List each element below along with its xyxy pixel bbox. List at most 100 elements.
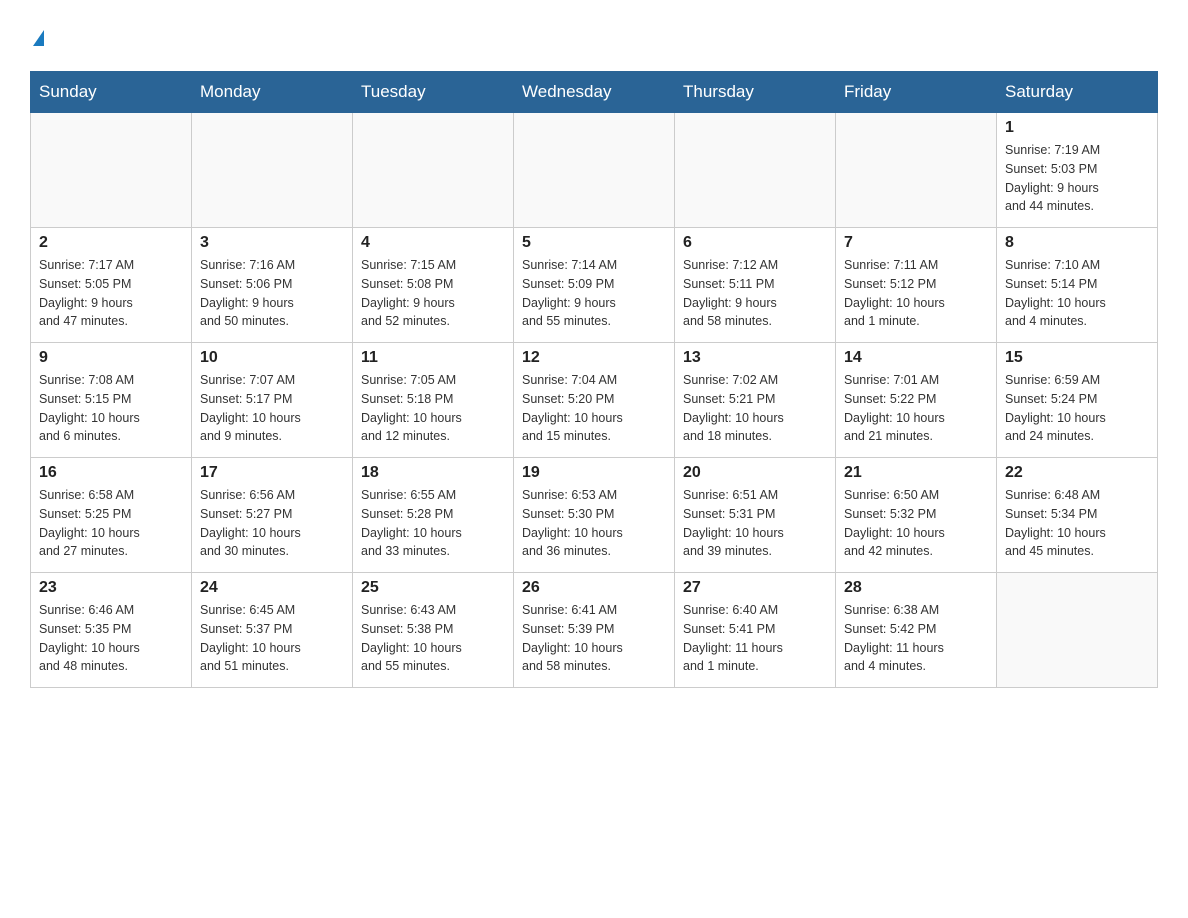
- calendar-cell: 13Sunrise: 7:02 AM Sunset: 5:21 PM Dayli…: [675, 343, 836, 458]
- calendar-cell: 3 Sunrise: 7:16 AM Sunset: 5:06 PM Daylig…: [192, 228, 353, 343]
- calendar-cell: 8 Sunrise: 7:10 AM Sunset: 5:14 PM Daylig…: [997, 228, 1158, 343]
- calendar-cell: 17 Sunrise: 6:56 AM Sunset: 5:27 PM Dayli…: [192, 458, 353, 573]
- day-number: 1: [1005, 119, 1149, 137]
- day-info: Sunrise: 7:17 AM Sunset: 5:05 PM Dayligh…: [39, 256, 183, 331]
- calendar-cell: 12 Sunrise: 7:04 AM Sunset: 5:20 PM Dayli…: [514, 343, 675, 458]
- logo-triangle-icon: [33, 30, 44, 46]
- day-number: 25: [361, 579, 505, 597]
- calendar-week-row: 16 Sunrise: 6:58 AM Sunset: 5:25 PM Dayli…: [31, 458, 1158, 573]
- logo: [30, 20, 44, 51]
- calendar-cell: 11 Sunrise: 7:05 AM Sunset: 5:18 PM Dayli…: [353, 343, 514, 458]
- day-number: 14: [844, 349, 988, 367]
- day-info: Sunrise: 7:05 AM Sunset: 5:18 PM Dayligh…: [361, 371, 505, 446]
- calendar-cell: 22 Sunrise: 6:48 AM Sunset: 5:34 PM Dayli…: [997, 458, 1158, 573]
- calendar-cell: 1 Sunrise: 7:19 AM Sunset: 5:03 PM Daylig…: [997, 113, 1158, 228]
- day-info: Sunrise: 6:55 AM Sunset: 5:28 PM Dayligh…: [361, 486, 505, 561]
- day-info: Sunrise: 7:04 AM Sunset: 5:20 PM Dayligh…: [522, 371, 666, 446]
- day-info: Sunrise: 6:38 AM Sunset: 5:42 PM Dayligh…: [844, 601, 988, 676]
- weekday-header-thursday: Thursday: [675, 72, 836, 113]
- calendar-cell: [997, 573, 1158, 688]
- day-info: Sunrise: 7:01 AM Sunset: 5:22 PM Dayligh…: [844, 371, 988, 446]
- calendar-cell: [192, 113, 353, 228]
- page-header: [30, 20, 1158, 51]
- weekday-header-friday: Friday: [836, 72, 997, 113]
- day-info: Sunrise: 7:10 AM Sunset: 5:14 PM Dayligh…: [1005, 256, 1149, 331]
- calendar-week-row: 1 Sunrise: 7:19 AM Sunset: 5:03 PM Daylig…: [31, 113, 1158, 228]
- day-number: 8: [1005, 234, 1149, 252]
- calendar-cell: 9 Sunrise: 7:08 AM Sunset: 5:15 PM Daylig…: [31, 343, 192, 458]
- calendar-cell: 2 Sunrise: 7:17 AM Sunset: 5:05 PM Daylig…: [31, 228, 192, 343]
- day-number: 27: [683, 579, 827, 597]
- day-number: 20: [683, 464, 827, 482]
- day-info: Sunrise: 7:19 AM Sunset: 5:03 PM Dayligh…: [1005, 141, 1149, 216]
- day-number: 17: [200, 464, 344, 482]
- calendar-cell: 19 Sunrise: 6:53 AM Sunset: 5:30 PM Dayli…: [514, 458, 675, 573]
- logo-line1: [30, 20, 44, 51]
- day-info: Sunrise: 6:50 AM Sunset: 5:32 PM Dayligh…: [844, 486, 988, 561]
- day-number: 5: [522, 234, 666, 252]
- day-number: 23: [39, 579, 183, 597]
- weekday-header-wednesday: Wednesday: [514, 72, 675, 113]
- day-info: Sunrise: 6:53 AM Sunset: 5:30 PM Dayligh…: [522, 486, 666, 561]
- day-number: 2: [39, 234, 183, 252]
- day-number: 19: [522, 464, 666, 482]
- day-number: 7: [844, 234, 988, 252]
- day-number: 15: [1005, 349, 1149, 367]
- day-number: 28: [844, 579, 988, 597]
- calendar-cell: 26 Sunrise: 6:41 AM Sunset: 5:39 PM Dayli…: [514, 573, 675, 688]
- day-number: 22: [1005, 464, 1149, 482]
- calendar-cell: 10 Sunrise: 7:07 AM Sunset: 5:17 PM Dayli…: [192, 343, 353, 458]
- day-info: Sunrise: 6:40 AM Sunset: 5:41 PM Dayligh…: [683, 601, 827, 676]
- day-number: 11: [361, 349, 505, 367]
- calendar-cell: [675, 113, 836, 228]
- weekday-header-monday: Monday: [192, 72, 353, 113]
- day-info: Sunrise: 7:12 AM Sunset: 5:11 PM Dayligh…: [683, 256, 827, 331]
- calendar-cell: 16 Sunrise: 6:58 AM Sunset: 5:25 PM Dayli…: [31, 458, 192, 573]
- calendar-week-row: 2 Sunrise: 7:17 AM Sunset: 5:05 PM Daylig…: [31, 228, 1158, 343]
- day-number: 9: [39, 349, 183, 367]
- day-info: Sunrise: 7:08 AM Sunset: 5:15 PM Dayligh…: [39, 371, 183, 446]
- calendar-cell: 14 Sunrise: 7:01 AM Sunset: 5:22 PM Dayli…: [836, 343, 997, 458]
- day-info: Sunrise: 6:43 AM Sunset: 5:38 PM Dayligh…: [361, 601, 505, 676]
- day-info: Sunrise: 7:15 AM Sunset: 5:08 PM Dayligh…: [361, 256, 505, 331]
- calendar-table: SundayMondayTuesdayWednesdayThursdayFrid…: [30, 71, 1158, 688]
- calendar-cell: 27 Sunrise: 6:40 AM Sunset: 5:41 PM Dayli…: [675, 573, 836, 688]
- day-info: Sunrise: 6:48 AM Sunset: 5:34 PM Dayligh…: [1005, 486, 1149, 561]
- day-number: 3: [200, 234, 344, 252]
- day-number: 21: [844, 464, 988, 482]
- day-info: Sunrise: 6:41 AM Sunset: 5:39 PM Dayligh…: [522, 601, 666, 676]
- calendar-cell: 25 Sunrise: 6:43 AM Sunset: 5:38 PM Dayli…: [353, 573, 514, 688]
- day-number: 12: [522, 349, 666, 367]
- calendar-cell: 21 Sunrise: 6:50 AM Sunset: 5:32 PM Dayli…: [836, 458, 997, 573]
- calendar-cell: 18 Sunrise: 6:55 AM Sunset: 5:28 PM Dayli…: [353, 458, 514, 573]
- day-info: Sunrise: 6:56 AM Sunset: 5:27 PM Dayligh…: [200, 486, 344, 561]
- calendar-cell: 5 Sunrise: 7:14 AM Sunset: 5:09 PM Daylig…: [514, 228, 675, 343]
- day-info: Sunrise: 7:14 AM Sunset: 5:09 PM Dayligh…: [522, 256, 666, 331]
- day-info: Sunrise: 7:16 AM Sunset: 5:06 PM Dayligh…: [200, 256, 344, 331]
- day-number: 6: [683, 234, 827, 252]
- calendar-cell: [353, 113, 514, 228]
- calendar-cell: 23Sunrise: 6:46 AM Sunset: 5:35 PM Dayli…: [31, 573, 192, 688]
- day-info: Sunrise: 7:07 AM Sunset: 5:17 PM Dayligh…: [200, 371, 344, 446]
- day-number: 13: [683, 349, 827, 367]
- calendar-week-row: 9 Sunrise: 7:08 AM Sunset: 5:15 PM Daylig…: [31, 343, 1158, 458]
- calendar-cell: [836, 113, 997, 228]
- calendar-cell: 6 Sunrise: 7:12 AM Sunset: 5:11 PM Daylig…: [675, 228, 836, 343]
- day-number: 18: [361, 464, 505, 482]
- day-number: 4: [361, 234, 505, 252]
- weekday-header-tuesday: Tuesday: [353, 72, 514, 113]
- day-number: 16: [39, 464, 183, 482]
- calendar-cell: 4 Sunrise: 7:15 AM Sunset: 5:08 PM Daylig…: [353, 228, 514, 343]
- calendar-week-row: 23Sunrise: 6:46 AM Sunset: 5:35 PM Dayli…: [31, 573, 1158, 688]
- day-info: Sunrise: 6:58 AM Sunset: 5:25 PM Dayligh…: [39, 486, 183, 561]
- calendar-cell: 7 Sunrise: 7:11 AM Sunset: 5:12 PM Daylig…: [836, 228, 997, 343]
- day-number: 10: [200, 349, 344, 367]
- day-info: Sunrise: 7:11 AM Sunset: 5:12 PM Dayligh…: [844, 256, 988, 331]
- calendar-cell: 28 Sunrise: 6:38 AM Sunset: 5:42 PM Dayli…: [836, 573, 997, 688]
- day-number: 26: [522, 579, 666, 597]
- calendar-cell: [31, 113, 192, 228]
- calendar-cell: 20Sunrise: 6:51 AM Sunset: 5:31 PM Dayli…: [675, 458, 836, 573]
- calendar-cell: 24Sunrise: 6:45 AM Sunset: 5:37 PM Dayli…: [192, 573, 353, 688]
- weekday-header-sunday: Sunday: [31, 72, 192, 113]
- weekday-header-saturday: Saturday: [997, 72, 1158, 113]
